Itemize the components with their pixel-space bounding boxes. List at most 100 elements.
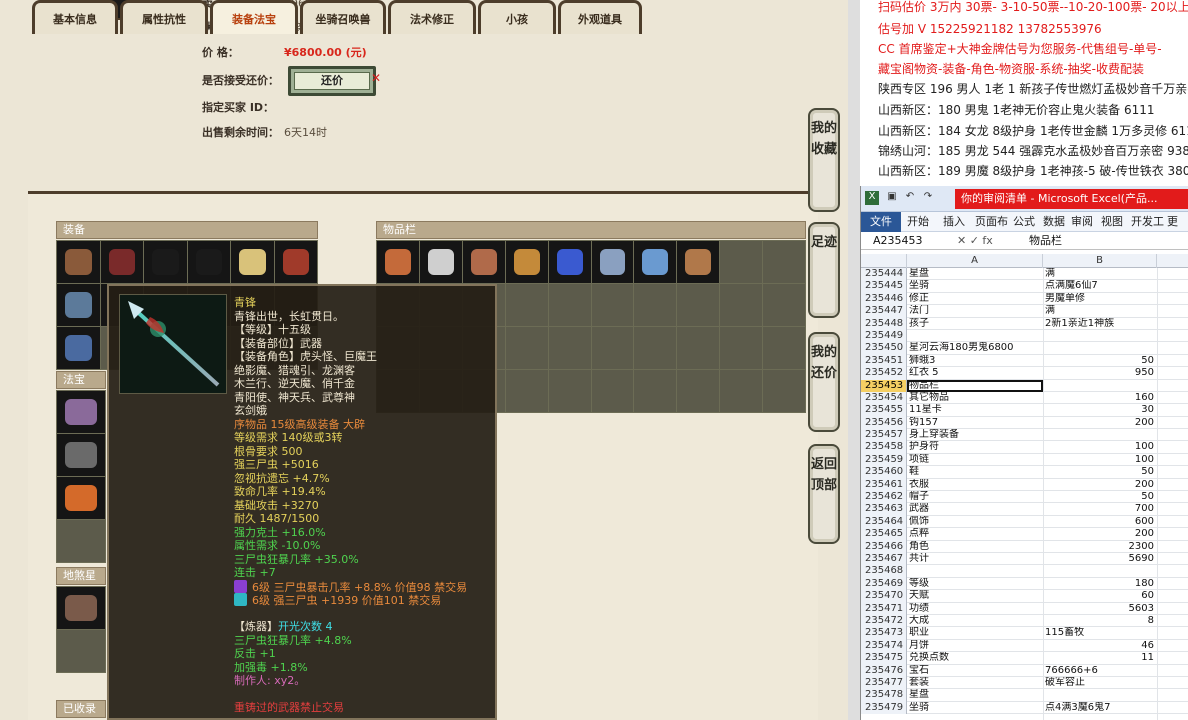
- item-slot[interactable]: [57, 587, 105, 629]
- row-number[interactable]: 235474: [861, 639, 907, 653]
- cell-a[interactable]: 星河云海180男鬼6800: [907, 342, 1043, 354]
- cell-b[interactable]: 30: [1043, 404, 1157, 416]
- cell-a[interactable]: 帽子: [907, 491, 1043, 503]
- cell-a[interactable]: 星盘: [907, 689, 1043, 701]
- row-number[interactable]: 235463: [861, 503, 907, 516]
- item-slot[interactable]: [548, 284, 591, 326]
- column-header-b[interactable]: B: [1043, 254, 1157, 268]
- row-number[interactable]: 235445: [861, 280, 907, 293]
- ribbon-tab[interactable]: 页面布: [975, 212, 1008, 232]
- table-row[interactable]: 235476 宝石 766666+6: [861, 664, 1188, 677]
- cell-b[interactable]: 5690: [1043, 553, 1157, 565]
- tab-1[interactable]: 基本信息: [32, 0, 118, 34]
- item-slot[interactable]: [677, 241, 720, 283]
- item-slot[interactable]: [57, 284, 100, 326]
- table-row[interactable]: 235462 帽子 50: [861, 491, 1188, 504]
- item-slot[interactable]: [720, 370, 763, 412]
- row-number[interactable]: 235466: [861, 540, 907, 553]
- undo-icon[interactable]: ↶: [903, 191, 917, 205]
- cell-a[interactable]: 星盘: [907, 268, 1043, 280]
- cell-b[interactable]: 46: [1043, 640, 1157, 652]
- cell-a[interactable]: 身上穿装备: [907, 429, 1043, 441]
- cell-a[interactable]: 鞋: [907, 466, 1043, 478]
- row-number[interactable]: 235449: [861, 329, 907, 343]
- row-number[interactable]: 235462: [861, 491, 907, 504]
- item-slot[interactable]: [763, 241, 805, 283]
- table-row[interactable]: 235468: [861, 565, 1188, 578]
- item-slot[interactable]: [57, 327, 100, 369]
- table-row[interactable]: 235460 鞋 50: [861, 466, 1188, 479]
- cell-b[interactable]: 点满魔6仙7: [1043, 280, 1157, 292]
- row-number[interactable]: 235478: [861, 689, 907, 702]
- cell-a[interactable]: 狮蛾3: [907, 355, 1043, 367]
- table-row[interactable]: 235475 兑换点数 11: [861, 652, 1188, 665]
- cell-b[interactable]: 115畜牧: [1043, 627, 1157, 639]
- ribbon-tab[interactable]: 开始: [907, 212, 929, 232]
- row-number[interactable]: 235470: [861, 590, 907, 603]
- item-slot[interactable]: [505, 370, 548, 412]
- row-number[interactable]: 235451: [861, 354, 907, 368]
- cell-a[interactable]: 钩157: [907, 417, 1043, 429]
- cell-b[interactable]: [1043, 565, 1157, 577]
- item-slot[interactable]: [634, 327, 677, 369]
- cell-b[interactable]: 男魔单修: [1043, 293, 1157, 305]
- table-row[interactable]: 235448 孩子 2新1亲近1神族: [861, 317, 1188, 330]
- cell-a[interactable]: 等级: [907, 578, 1043, 590]
- table-row[interactable]: 235455 11星卡 30: [861, 404, 1188, 417]
- cell-a[interactable]: 角色: [907, 541, 1043, 553]
- item-slot[interactable]: [634, 370, 677, 412]
- cell-a[interactable]: 大成: [907, 615, 1043, 627]
- item-slot[interactable]: [57, 630, 105, 672]
- cell-b[interactable]: 100: [1043, 441, 1157, 453]
- cell-a[interactable]: 11星卡: [907, 404, 1043, 416]
- cell-a[interactable]: 套装: [907, 677, 1043, 689]
- item-slot[interactable]: [57, 477, 105, 519]
- cell-a[interactable]: 武器: [907, 503, 1043, 515]
- cell-b[interactable]: 950: [1043, 367, 1157, 379]
- item-slot[interactable]: [548, 327, 591, 369]
- cell-a[interactable]: 佩饰: [907, 516, 1043, 528]
- item-slot[interactable]: [763, 370, 805, 412]
- counter-offer-button[interactable]: 还价: [288, 66, 376, 96]
- side-button-4[interactable]: 返回顶部: [808, 444, 840, 544]
- item-slot[interactable]: [591, 327, 634, 369]
- table-row[interactable]: 235451 狮蛾3 50: [861, 354, 1188, 368]
- item-slot[interactable]: [548, 370, 591, 412]
- row-number[interactable]: 235477: [861, 676, 907, 690]
- row-number[interactable]: 235457: [861, 429, 907, 442]
- cell-b[interactable]: 满: [1043, 268, 1157, 280]
- table-row[interactable]: 235447 法门满: [861, 305, 1188, 318]
- row-number[interactable]: 235464: [861, 515, 907, 529]
- item-slot[interactable]: [763, 327, 805, 369]
- table-row[interactable]: 235466 角色 2300: [861, 540, 1188, 553]
- row-number[interactable]: 235461: [861, 478, 907, 492]
- item-slot[interactable]: [505, 241, 548, 283]
- row-number[interactable]: 235446: [861, 292, 907, 306]
- cell-b[interactable]: 60: [1043, 590, 1157, 602]
- cell-b[interactable]: 180: [1043, 578, 1157, 590]
- item-slot[interactable]: [144, 241, 187, 283]
- cell-b[interactable]: 50: [1043, 466, 1157, 478]
- row-number[interactable]: 235458: [861, 441, 907, 454]
- ribbon-tab[interactable]: 插入: [943, 212, 965, 232]
- table-row[interactable]: 235472 大成 8: [861, 614, 1188, 628]
- cell-b[interactable]: [1043, 689, 1157, 701]
- table-row[interactable]: 235459 项链 100: [861, 453, 1188, 467]
- cell-b[interactable]: 200: [1043, 528, 1157, 540]
- tab-2[interactable]: 属性抗性: [120, 0, 208, 34]
- ribbon-tab[interactable]: 审阅: [1071, 212, 1093, 232]
- cell-a[interactable]: 职业: [907, 627, 1043, 639]
- cell-b[interactable]: 200: [1043, 479, 1157, 491]
- name-box[interactable]: A235453: [873, 233, 953, 248]
- cell-a[interactable]: 孩子: [907, 318, 1043, 330]
- side-button-1[interactable]: 我的收藏: [808, 108, 840, 212]
- item-slot[interactable]: [763, 284, 805, 326]
- item-slot[interactable]: [720, 327, 763, 369]
- cell-a[interactable]: [907, 330, 1043, 342]
- cell-b[interactable]: 2新1亲近1神族: [1043, 318, 1157, 330]
- item-slot[interactable]: [505, 284, 548, 326]
- row-number[interactable]: 235469: [861, 577, 907, 591]
- cell-b[interactable]: 点4满3魔6鬼7: [1043, 702, 1157, 714]
- row-number[interactable]: 235467: [861, 552, 907, 566]
- redo-icon[interactable]: ↷: [921, 191, 935, 205]
